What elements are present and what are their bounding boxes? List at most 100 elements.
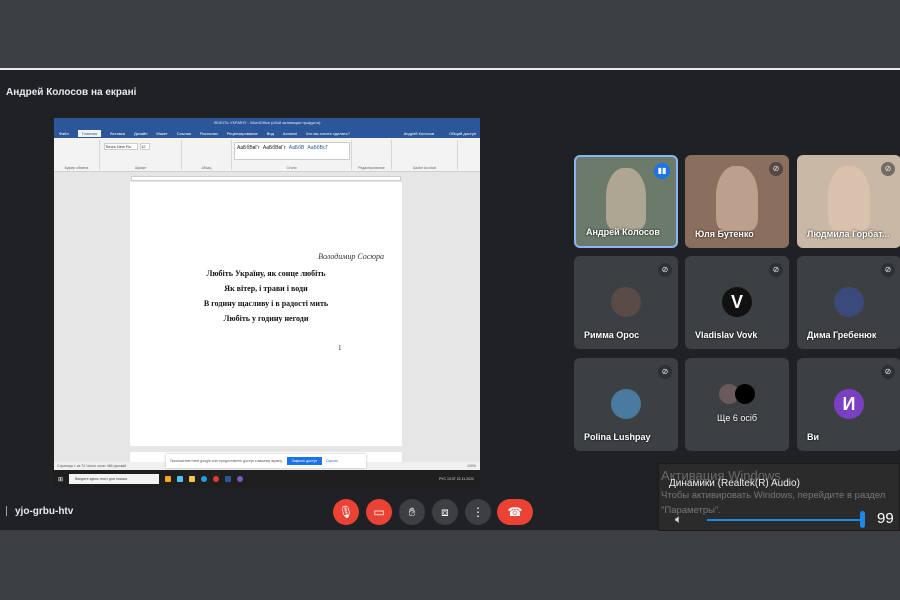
avatar	[834, 287, 864, 317]
avatar-initial: V	[730, 292, 743, 312]
mic-off-button[interactable]: 🎙︎	[333, 499, 359, 525]
speaking-indicator-icon: ▮▮	[654, 163, 670, 179]
mic-muted-icon: ⊘	[881, 263, 895, 277]
tab[interactable]: Рассылки	[200, 131, 218, 136]
lang[interactable]: РУС	[439, 477, 446, 481]
clock-date: 22.11.2022	[456, 477, 474, 481]
tab[interactable]: Acrobat	[283, 131, 297, 136]
top-bar	[0, 0, 900, 68]
participant-tile[interactable]: И ⊘ Ви	[797, 358, 900, 451]
tell-me[interactable]: Что вы хотите сделать?	[306, 131, 350, 136]
tab[interactable]: Рецензирование	[227, 131, 258, 136]
participant-name: Людмила Горбат...	[807, 229, 890, 239]
participant-tile[interactable]: ⊘ Polina Lushpay	[574, 358, 678, 451]
participant-tile[interactable]: Ще 6 осіб	[685, 358, 789, 451]
participant-tile[interactable]: ⊘ Дима Гребенюк	[797, 256, 900, 349]
mic-muted-icon: ⊘	[881, 365, 895, 379]
more-options-button[interactable]: ⋮	[465, 499, 491, 525]
hand-icon: ✋︎	[408, 505, 416, 519]
volume-slider-thumb[interactable]	[860, 511, 865, 528]
tab[interactable]: Макет	[156, 131, 167, 136]
tab[interactable]: Ссылки	[177, 131, 191, 136]
participant-name: Андрей Колосов	[586, 227, 660, 237]
tab-home[interactable]: Главная	[77, 129, 102, 137]
raise-hand-button[interactable]: ✋︎	[399, 499, 425, 525]
camera-off-button[interactable]: ▭	[366, 499, 392, 525]
chrome-icon[interactable]	[213, 476, 220, 482]
notice-text: Приложение meet.google.com предоставлен …	[170, 459, 283, 463]
mic-muted-icon: ⊘	[658, 263, 672, 277]
style[interactable]: АаБбВвГг	[263, 145, 286, 157]
participant-name: Vladislav Vovk	[695, 330, 758, 340]
present-button[interactable]: ⧈	[432, 499, 458, 525]
tab[interactable]: Вид	[267, 131, 274, 136]
avatar-initial: И	[842, 394, 856, 414]
style[interactable]: АаБбВ	[289, 145, 305, 157]
participant-name: Юля Бутенко	[695, 229, 754, 239]
participant-name: Ви	[807, 432, 820, 442]
mic-off-icon: 🎙︎	[338, 505, 354, 519]
mic-muted-icon: ⊘	[658, 365, 672, 379]
tab[interactable]: Файл	[59, 131, 69, 136]
word-user: Андрей Колосов	[403, 130, 435, 136]
tab[interactable]: Вставка	[110, 131, 125, 136]
poem: Любіть Україну, як сонце любіть Як вітер…	[130, 266, 402, 326]
style[interactable]: АаБбВвГг	[237, 145, 260, 157]
style[interactable]: АаБбВсГ	[307, 145, 328, 157]
presenter-label: Андрей Колосов на екрані	[6, 87, 137, 98]
participant-name: Римма Орос	[584, 330, 640, 340]
group-label: Буфер обмена	[64, 166, 89, 170]
size-select[interactable]: 12	[140, 143, 150, 150]
avatar: И	[834, 389, 864, 419]
present-icon: ⧈	[441, 505, 449, 519]
status-text: Страница 1 из 74 Число слов: 466 русский	[57, 464, 127, 468]
avatar	[611, 389, 641, 419]
mic-muted-icon: ⊘	[769, 263, 783, 277]
viber-icon[interactable]	[237, 476, 244, 482]
styles-gallery[interactable]: АаБбВвГг АаБбВвГг АаБбВ АаБбВсГ	[234, 142, 350, 160]
participant-name: Polina Lushpay	[584, 432, 651, 442]
app-icon[interactable]	[165, 476, 172, 482]
page-number: 1	[338, 344, 342, 352]
participant-tile[interactable]: ▮▮ Андрей Колосов	[574, 155, 678, 248]
document-page[interactable]: Володимир Сосюра Любіть Україну, як сонц…	[130, 182, 402, 446]
divider	[0, 68, 900, 70]
taskbar: ⊞ Введите здесь текст для поиска РУС 13:…	[54, 470, 480, 488]
speaker-icon[interactable]: 🔈︎	[675, 512, 682, 527]
participant-tile[interactable]: V ⊘ Vladislav Vovk	[685, 256, 789, 349]
font-select[interactable]: Times New Ro	[104, 143, 138, 150]
ribbon: Буфер обмена Times New Ro 12 Шрифт Абзац…	[54, 138, 480, 172]
hide-link[interactable]: Скрыть	[326, 459, 338, 463]
poem-author: Володимир Сосюра	[318, 252, 384, 261]
stop-sharing-button[interactable]: Закрыть доступ	[286, 457, 323, 465]
volume-slider[interactable]	[707, 519, 863, 521]
group-label: Adobe Acrobat	[413, 166, 436, 170]
participant-tile[interactable]: ⊘ Юля Бутенко	[685, 155, 789, 248]
camera-off-icon: ▭	[373, 505, 385, 519]
app-icon[interactable]	[177, 476, 184, 482]
windows-start-icon[interactable]: ⊞	[58, 476, 63, 483]
group-label: Редактирование	[358, 166, 385, 170]
avatar	[735, 384, 755, 404]
participant-tile[interactable]: ⊘ Людмила Горбат...	[797, 155, 900, 248]
hang-up-icon: ☎︎	[507, 505, 523, 519]
poem-line: Як вітер, і трави і води	[224, 284, 308, 293]
folder-icon[interactable]	[189, 476, 196, 482]
word-icon[interactable]	[225, 476, 232, 482]
tray: РУС 13:07 22.11.2022	[439, 477, 480, 481]
poem-line: Любіть Україну, як сонце любіть	[206, 269, 326, 278]
participant-name: Ще 6 осіб	[716, 413, 758, 423]
tab[interactable]: Дизайн	[134, 131, 147, 136]
edge-icon[interactable]	[201, 476, 208, 482]
volume-flyout: Активация Windows Динамики (Realtek(R) A…	[658, 463, 900, 531]
participant-tile[interactable]: ⊘ Римма Орос	[574, 256, 678, 349]
share-button[interactable]: Общий доступ	[449, 131, 480, 136]
more-vert-icon: ⋮	[472, 505, 484, 519]
taskbar-search[interactable]: Введите здесь текст для поиска	[69, 474, 160, 484]
leave-call-button[interactable]: ☎︎	[497, 499, 533, 525]
share-notice: Приложение meet.google.com предоставлен …	[166, 454, 366, 468]
video-feed	[716, 166, 758, 232]
zoom-level[interactable]: 100%	[467, 462, 480, 470]
meeting-code: yjo-grbu-htv	[6, 506, 73, 517]
group-label: Абзац	[201, 166, 212, 170]
